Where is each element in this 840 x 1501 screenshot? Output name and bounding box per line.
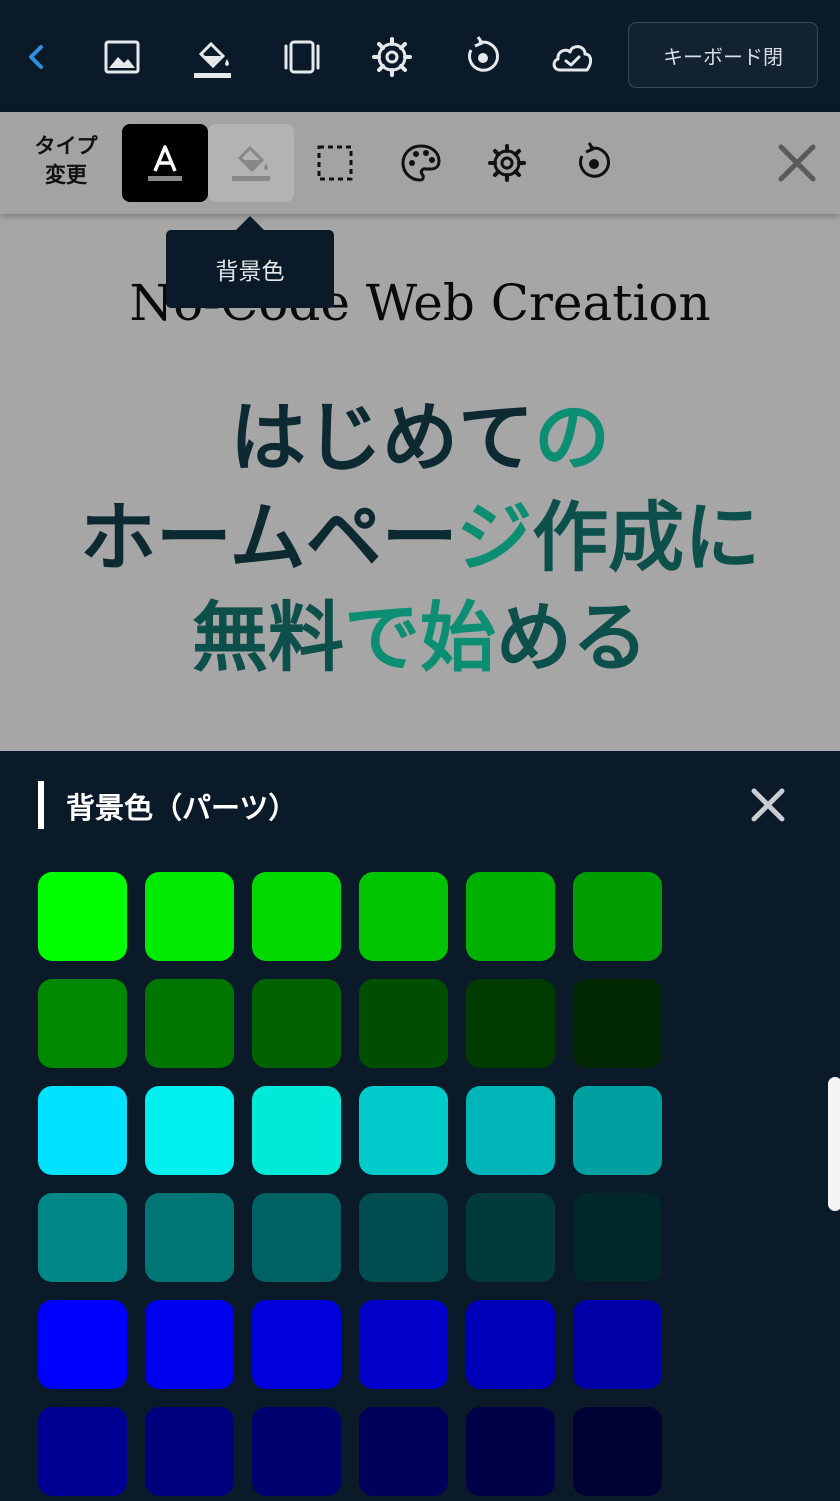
close-icon: [778, 144, 816, 182]
color-swatch[interactable]: [252, 1300, 341, 1389]
headline-text: 作成に: [532, 493, 761, 582]
gear-icon: [488, 144, 526, 182]
headline-line-2: ホームページ作成に: [0, 488, 840, 588]
chevron-left-icon[interactable]: [12, 32, 62, 82]
headline-text: 無料: [192, 593, 344, 682]
color-swatch[interactable]: [359, 1407, 448, 1496]
background-color-icon: [232, 145, 270, 181]
keyboard-close-button[interactable]: キーボード閉: [628, 22, 818, 88]
color-swatch[interactable]: [252, 1086, 341, 1175]
palette-button[interactable]: [378, 124, 464, 202]
color-swatch[interactable]: [359, 1300, 448, 1389]
color-swatch[interactable]: [145, 872, 234, 961]
headline-text: ホームペー: [79, 493, 457, 582]
hero-headline: はじめての ホームページ作成に 無料で始める: [0, 388, 840, 688]
color-swatch[interactable]: [466, 1086, 555, 1175]
type-change-button[interactable]: タイプ 変更: [22, 132, 110, 190]
color-swatch[interactable]: [359, 872, 448, 961]
image-icon[interactable]: [97, 32, 147, 82]
color-swatch[interactable]: [252, 1193, 341, 1282]
color-swatch[interactable]: [466, 1193, 555, 1282]
close-icon[interactable]: [746, 783, 790, 827]
reset-icon[interactable]: [457, 32, 507, 82]
color-swatch[interactable]: [359, 1193, 448, 1282]
reset-button[interactable]: [550, 124, 636, 202]
text-color-icon: [148, 145, 182, 181]
color-swatch[interactable]: [38, 1407, 127, 1496]
color-swatch[interactable]: [466, 979, 555, 1068]
color-swatch[interactable]: [38, 1086, 127, 1175]
panel-title: 背景色（パーツ）: [66, 791, 298, 825]
columns-icon[interactable]: [277, 32, 327, 82]
title-accent-bar: [38, 781, 44, 829]
type-change-label: 変更: [45, 163, 87, 187]
border-button[interactable]: [292, 124, 378, 202]
color-swatch[interactable]: [466, 1407, 555, 1496]
color-swatch[interactable]: [359, 1086, 448, 1175]
reset-icon: [579, 142, 610, 178]
headline-text: ジ: [456, 493, 533, 582]
close-style-toolbar-button[interactable]: [754, 124, 840, 202]
color-swatch[interactable]: [38, 1193, 127, 1282]
color-swatch[interactable]: [573, 1300, 662, 1389]
gear-icon[interactable]: [367, 32, 417, 82]
color-swatch[interactable]: [252, 1407, 341, 1496]
background-color-panel: 背景色（パーツ）: [0, 751, 840, 1501]
color-swatch[interactable]: [466, 1300, 555, 1389]
tooltip: 背景色: [166, 216, 334, 308]
palette-icon: [401, 144, 441, 182]
headline-text: はじめて: [230, 393, 534, 482]
color-swatch[interactable]: [38, 1300, 127, 1389]
color-swatch[interactable]: [573, 1407, 662, 1496]
color-swatch[interactable]: [145, 1407, 234, 1496]
color-swatch[interactable]: [145, 1086, 234, 1175]
color-swatch[interactable]: [573, 1193, 662, 1282]
color-swatch[interactable]: [359, 979, 448, 1068]
color-swatch[interactable]: [573, 979, 662, 1068]
color-swatch[interactable]: [573, 1086, 662, 1175]
top-toolbar: キーボード閉: [0, 0, 840, 112]
headline-line-3: 無料で始める: [0, 588, 840, 688]
background-color-button[interactable]: [208, 124, 294, 202]
color-swatch[interactable]: [145, 1300, 234, 1389]
headline-text: で始: [344, 593, 496, 682]
color-swatch[interactable]: [145, 979, 234, 1068]
color-swatch-grid: [38, 872, 678, 1496]
editor-canvas: No-Code Web Creation はじめての ホームページ作成に 無料で…: [0, 112, 840, 751]
color-swatch[interactable]: [466, 872, 555, 961]
settings-button[interactable]: [464, 124, 550, 202]
color-swatch[interactable]: [573, 872, 662, 961]
color-swatch[interactable]: [38, 979, 127, 1068]
cloud-check-icon[interactable]: [547, 32, 597, 82]
color-swatch[interactable]: [252, 872, 341, 961]
border-icon: [317, 145, 353, 181]
text-color-button[interactable]: [122, 124, 208, 202]
color-swatch[interactable]: [145, 1193, 234, 1282]
type-change-label: タイプ: [34, 134, 98, 158]
color-swatch[interactable]: [38, 872, 127, 961]
site-title: No-Code Web Creation: [129, 274, 711, 332]
headline-text: の: [534, 393, 610, 482]
headline-text: める: [496, 593, 648, 682]
paint-bucket-icon[interactable]: [187, 32, 237, 82]
style-toolbar: タイプ 変更: [0, 112, 840, 214]
color-swatch[interactable]: [252, 979, 341, 1068]
headline-line-1: はじめての: [0, 388, 840, 488]
scrollbar-thumb[interactable]: [828, 1077, 840, 1211]
